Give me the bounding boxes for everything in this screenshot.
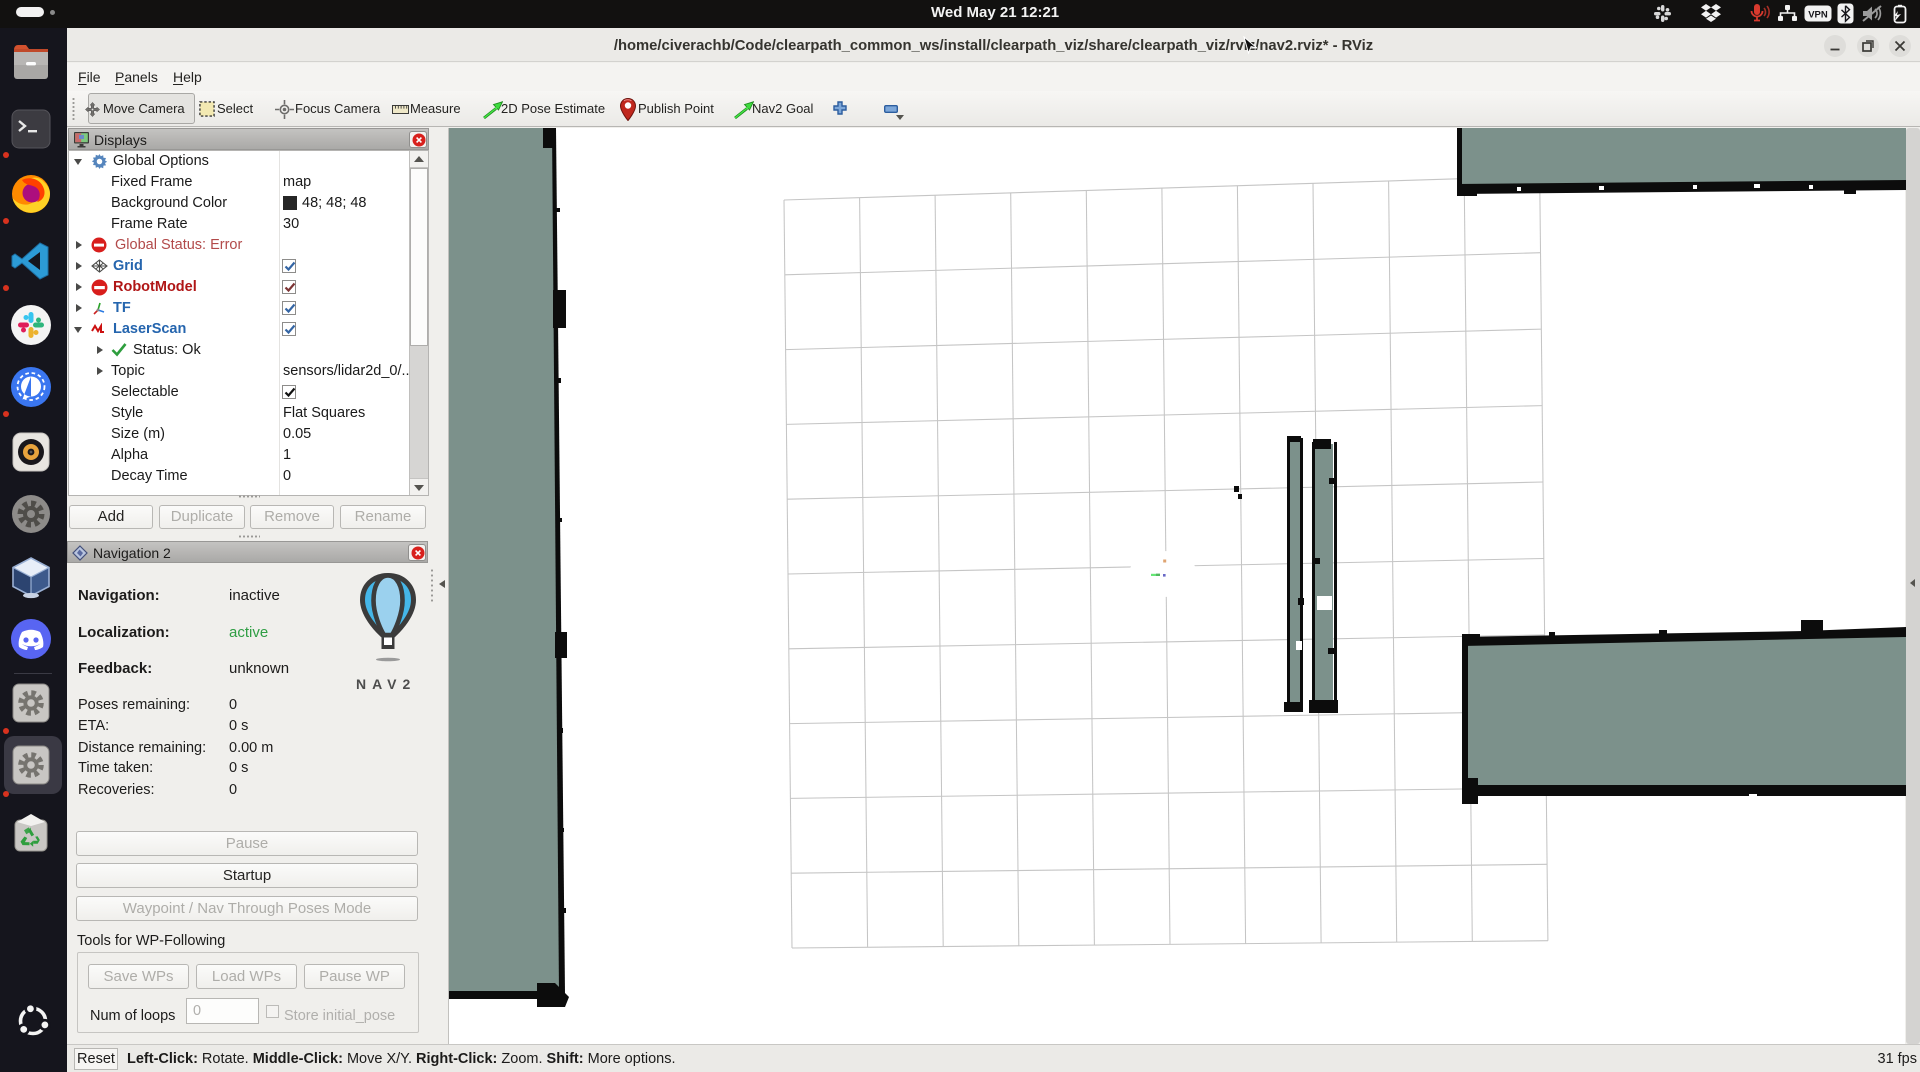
svg-text:VPN: VPN <box>1808 10 1828 21</box>
